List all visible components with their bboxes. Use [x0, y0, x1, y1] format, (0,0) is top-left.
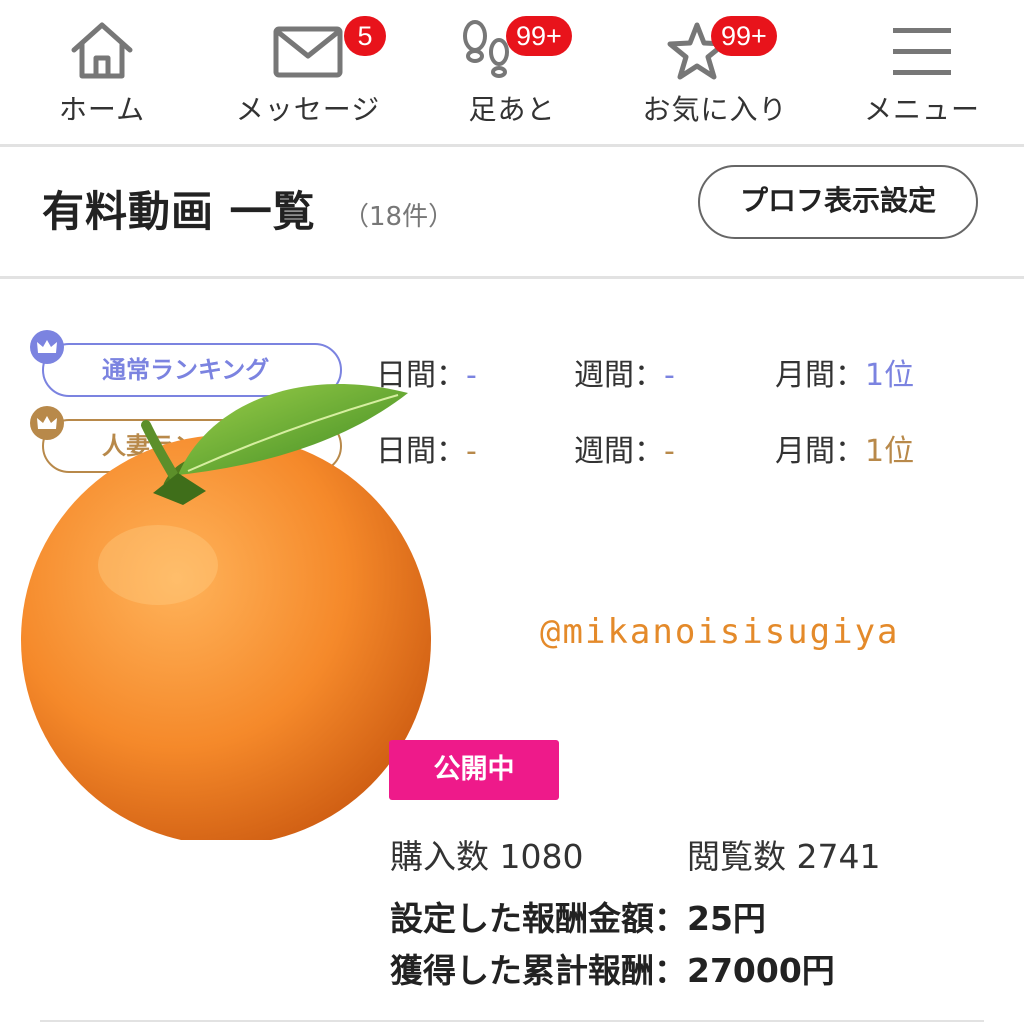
footprints-count-badge: 99+ [506, 16, 572, 56]
home-icon [12, 12, 192, 84]
nav-favorites[interactable]: 99+ お気に入り [625, 0, 805, 144]
nav-home[interactable]: ホーム [12, 0, 192, 144]
content-divider [40, 1020, 984, 1022]
view-count: 閲覧数 2741 [687, 837, 881, 876]
page-title: 有料動画 一覧 [42, 187, 316, 236]
nav-menu[interactable]: メニュー [832, 0, 1012, 144]
weekly-rank-normal: 週間：- [574, 358, 675, 393]
top-nav: ホーム 5 メッセージ 99+ 足あと 99+ お気に入り メニュー [0, 0, 1024, 144]
monthly-rank-wife: 月間：1位 [775, 434, 915, 469]
weekly-rank-wife: 週間：- [574, 434, 675, 469]
total-reward-amount: 獲得した累計報酬：27000円 [390, 951, 835, 990]
monthly-rank-normal: 月間：1位 [775, 358, 915, 393]
nav-footprints-label: 足あと [468, 93, 556, 126]
status-badge: 公開中 [389, 740, 559, 800]
item-count: （18件） [343, 202, 455, 232]
orange-sticker-image [21, 383, 431, 840]
purchase-count: 購入数 1080 [390, 837, 584, 876]
nav-messages[interactable]: 5 メッセージ [218, 0, 398, 144]
profile-display-settings-button[interactable]: プロフ表示設定 [698, 165, 978, 239]
nav-footprints[interactable]: 99+ 足あと [422, 0, 602, 144]
nav-home-label: ホーム [58, 93, 146, 126]
watermark-handle: @mikanoisisugiya [540, 612, 900, 652]
header-divider [0, 276, 1024, 279]
nav-menu-label: メニュー [863, 93, 980, 126]
favorites-count-badge: 99+ [711, 16, 777, 56]
message-count-badge: 5 [344, 16, 386, 56]
nav-divider [0, 144, 1024, 147]
nav-messages-label: メッセージ [235, 93, 381, 126]
set-reward-amount: 設定した報酬金額：25円 [390, 899, 766, 938]
menu-icon [832, 12, 1012, 84]
nav-favorites-label: お気に入り [642, 93, 788, 126]
